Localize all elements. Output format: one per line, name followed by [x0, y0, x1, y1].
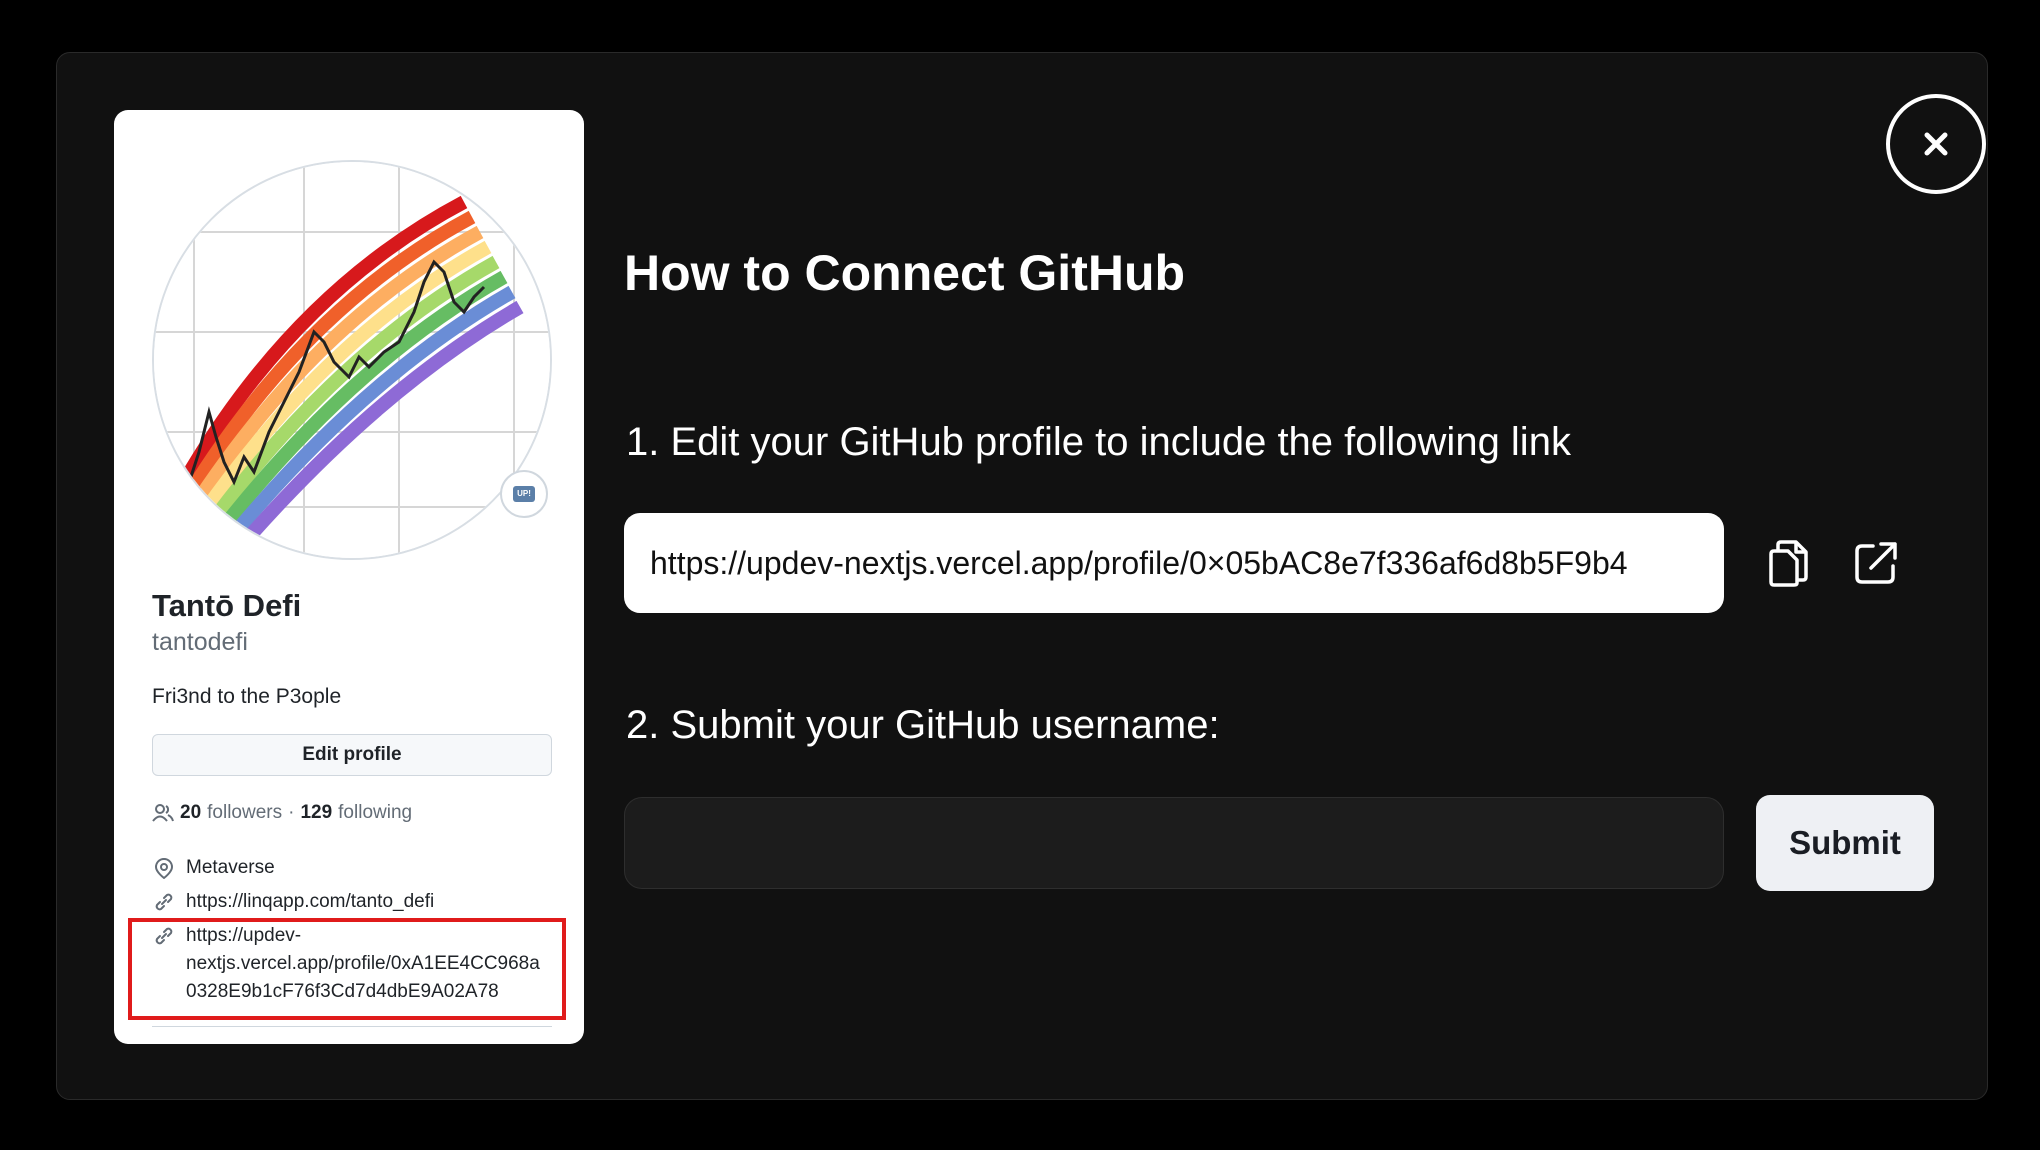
open-link-button[interactable] — [1846, 533, 1906, 593]
followers-label: followers — [207, 802, 283, 823]
website-row: https://linqapp.com/tanto_defi — [152, 888, 434, 916]
external-link-icon — [1855, 542, 1897, 584]
avatar-badge: UP! — [500, 470, 548, 518]
github-username-input[interactable] — [624, 797, 1724, 889]
avatar-badge-text: UP! — [513, 486, 535, 502]
github-profile-card-image: UP! Tantō Defi tantodefi Fri3nd to the P… — [114, 110, 584, 1044]
website-link-text: https://linqapp.com/tanto_defi — [186, 891, 435, 912]
copy-icon — [1769, 540, 1808, 587]
people-icon — [152, 804, 174, 822]
edit-profile-button: Edit profile — [152, 734, 552, 776]
close-icon — [1924, 132, 1948, 156]
following-label: following — [338, 802, 413, 823]
divider — [152, 1026, 552, 1027]
followers-row: 20 followers · 129 following — [152, 802, 412, 824]
step-2-label: 2. Submit your GitHub username: — [626, 703, 1220, 747]
profile-username: tantodefi — [152, 628, 248, 656]
location-text: Metaverse — [186, 857, 275, 878]
following-count: 129 — [300, 802, 333, 823]
link-icon — [152, 888, 176, 916]
copy-link-button[interactable] — [1758, 533, 1818, 593]
location-icon — [152, 854, 176, 882]
step-1-label: 1. Edit your GitHub profile to include t… — [626, 420, 1571, 464]
modal-title: How to Connect GitHub — [624, 245, 1186, 301]
close-button[interactable] — [1886, 94, 1986, 194]
location-row: Metaverse — [152, 854, 275, 882]
submit-button[interactable]: Submit — [1756, 795, 1934, 891]
followers-count: 20 — [180, 802, 202, 823]
avatar — [152, 160, 552, 560]
follow-separator: · — [288, 802, 295, 823]
profile-bio: Fri3nd to the P3ople — [152, 685, 342, 708]
highlight-box — [128, 918, 566, 1020]
profile-name: Tantō Defi — [152, 588, 302, 623]
profile-link-field[interactable]: https://updev-nextjs.vercel.app/profile/… — [624, 513, 1724, 613]
